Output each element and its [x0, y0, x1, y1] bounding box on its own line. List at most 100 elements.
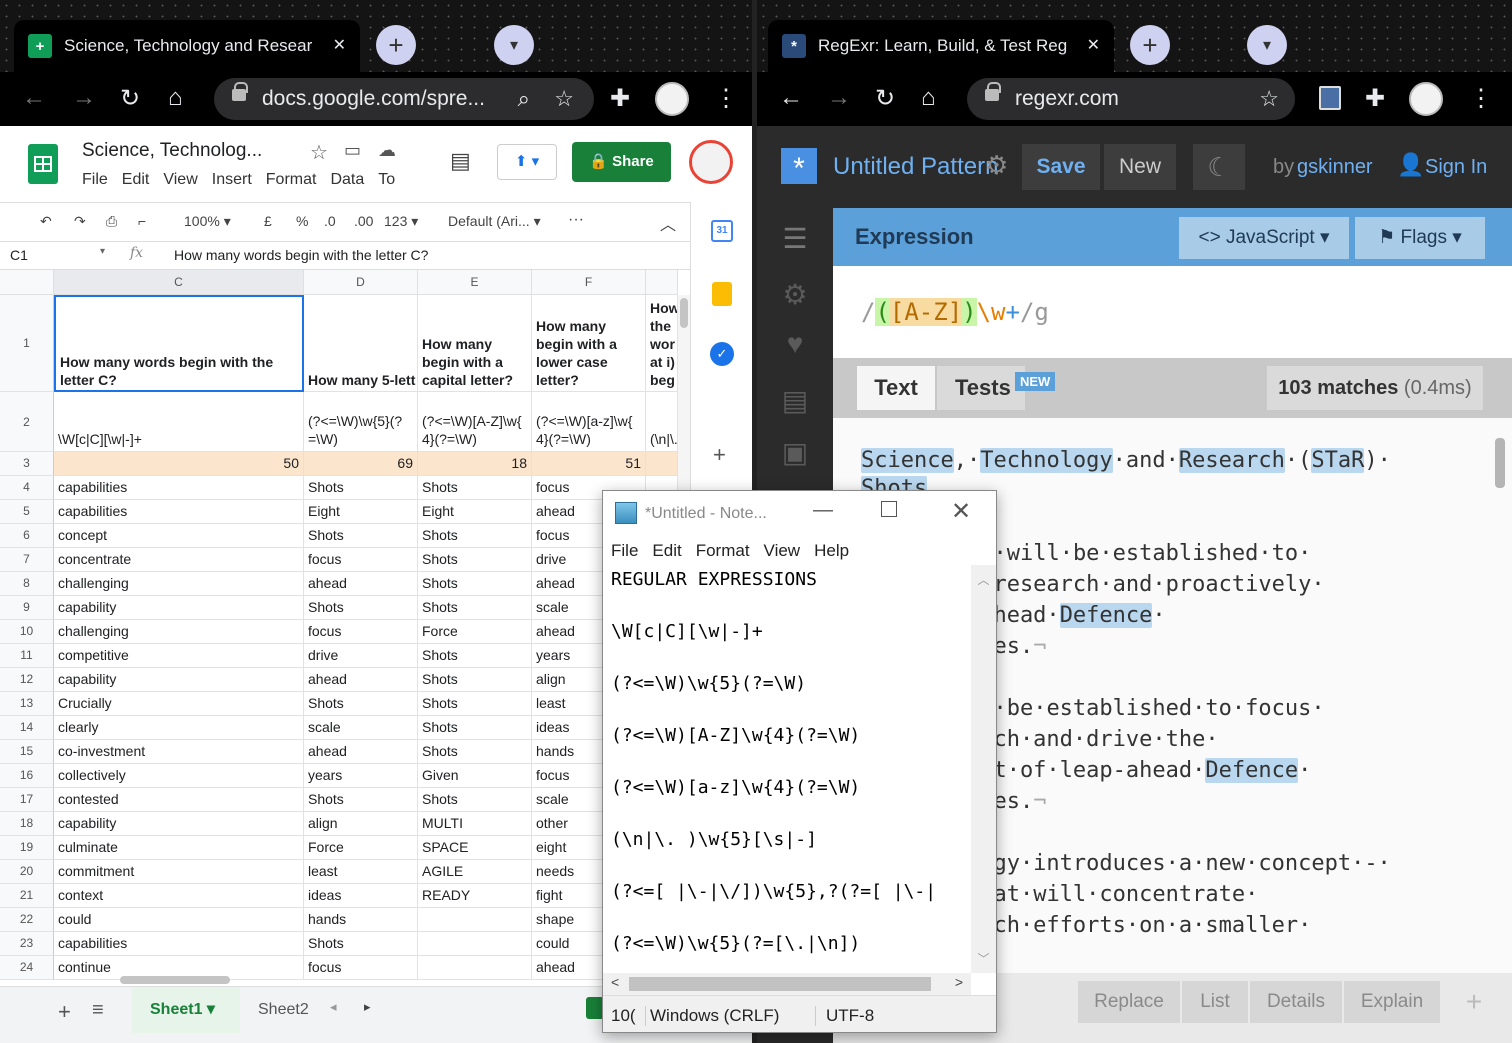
- flavor-dropdown[interactable]: <> JavaScript ▾: [1179, 217, 1349, 259]
- back-icon[interactable]: ←: [779, 84, 803, 112]
- profile-avatar[interactable]: [655, 82, 689, 116]
- table-cell[interactable]: Shots: [418, 476, 532, 500]
- extensions-icon[interactable]: ✚: [610, 84, 630, 113]
- tab-search-icon[interactable]: ▾: [1247, 25, 1287, 65]
- table-cell[interactable]: ahead: [304, 572, 418, 596]
- table-cell[interactable]: Force: [418, 620, 532, 644]
- bookmark-star-icon[interactable]: ☆: [1259, 86, 1279, 112]
- more-button[interactable]: ···: [568, 211, 584, 229]
- zoom-select[interactable]: 100% ▾: [184, 213, 231, 230]
- row-number[interactable]: 18: [0, 812, 54, 836]
- add-sheet-icon[interactable]: +: [58, 999, 71, 1025]
- cell-f3[interactable]: 51: [532, 452, 646, 476]
- formula-input[interactable]: How many words begin with the letter C?: [174, 247, 428, 263]
- table-cell[interactable]: Shots: [418, 524, 532, 548]
- row-number[interactable]: 23: [0, 932, 54, 956]
- table-cell[interactable]: Shots: [304, 596, 418, 620]
- row-number[interactable]: 12: [0, 668, 54, 692]
- account-avatar[interactable]: [689, 140, 733, 184]
- col-header-e[interactable]: E: [418, 270, 532, 295]
- corner-cell[interactable]: [0, 270, 54, 295]
- row-number[interactable]: 20: [0, 860, 54, 884]
- notepad-editor[interactable]: REGULAR EXPRESSIONS \W[c|C][\w|-]+ (?<=\W)…: [603, 565, 971, 973]
- cell-c1[interactable]: How many words begin with the letter C?: [54, 295, 304, 392]
- scroll-left-icon[interactable]: <: [611, 974, 619, 990]
- table-cell[interactable]: could: [54, 908, 304, 932]
- name-box[interactable]: C1: [10, 247, 28, 263]
- row-number-3[interactable]: 3: [0, 452, 54, 476]
- row-number[interactable]: 22: [0, 908, 54, 932]
- left-active-tab[interactable]: + Science, Technology and Resear ✕: [14, 20, 360, 72]
- left-address-bar[interactable]: docs.google.com/spre... ⌕ ☆: [214, 78, 594, 120]
- number-format-select[interactable]: 123 ▾: [384, 213, 418, 230]
- minimize-icon[interactable]: —: [813, 499, 833, 522]
- row-number[interactable]: 21: [0, 884, 54, 908]
- new-tab-icon[interactable]: +: [376, 25, 416, 65]
- row-number[interactable]: 24: [0, 956, 54, 980]
- reader-extension-icon[interactable]: [1319, 86, 1341, 110]
- table-cell[interactable]: Shots: [418, 692, 532, 716]
- table-cell[interactable]: [418, 956, 532, 980]
- table-cell[interactable]: clearly: [54, 716, 304, 740]
- table-cell[interactable]: concentrate: [54, 548, 304, 572]
- table-cell[interactable]: Shots: [418, 740, 532, 764]
- table-cell[interactable]: MULTI: [418, 812, 532, 836]
- right-active-tab[interactable]: * RegExr: Learn, Build, & Test Reg ✕: [768, 20, 1114, 72]
- cell-d1[interactable]: How many 5-lett: [304, 295, 418, 392]
- bookmark-star-icon[interactable]: ☆: [554, 86, 574, 112]
- table-cell[interactable]: [418, 908, 532, 932]
- table-cell[interactable]: Eight: [304, 500, 418, 524]
- table-cell[interactable]: focus: [304, 548, 418, 572]
- col-header-f[interactable]: F: [532, 270, 646, 295]
- doc-title[interactable]: Science, Technolog...: [82, 140, 262, 162]
- back-icon[interactable]: ←: [22, 84, 46, 112]
- present-button[interactable]: ⬆ ▾: [497, 144, 557, 180]
- name-box-dropdown-icon[interactable]: ▾: [100, 246, 105, 257]
- row-number[interactable]: 15: [0, 740, 54, 764]
- flags-dropdown[interactable]: ⚑ Flags ▾: [1355, 217, 1485, 259]
- row-number[interactable]: 6: [0, 524, 54, 548]
- settings-gear-icon[interactable]: ⚙: [985, 150, 1008, 181]
- menu-icon[interactable]: ⋮: [714, 84, 738, 113]
- notepad-hscrollbar[interactable]: < >: [603, 973, 971, 995]
- increase-decimal-button[interactable]: .00: [354, 213, 373, 229]
- sheets-menu-item[interactable]: File: [82, 171, 108, 189]
- table-cell[interactable]: focus: [304, 956, 418, 980]
- table-cell[interactable]: capability: [54, 668, 304, 692]
- extensions-icon[interactable]: ✚: [1365, 84, 1385, 113]
- regexr-logo[interactable]: *: [781, 148, 817, 185]
- table-cell[interactable]: Shots: [304, 788, 418, 812]
- table-cell[interactable]: focus: [304, 620, 418, 644]
- horizontal-scrollbar[interactable]: [120, 976, 230, 984]
- notepad-menu-item[interactable]: File: [611, 541, 638, 561]
- cell-d3[interactable]: 69: [304, 452, 418, 476]
- share-button[interactable]: 🔒 Share: [572, 142, 671, 182]
- sheet-tab-1[interactable]: Sheet1 ▾: [132, 987, 240, 1033]
- tab-tests[interactable]: Tests: [937, 366, 1025, 410]
- table-cell[interactable]: Given: [418, 764, 532, 788]
- col-header-c[interactable]: C: [54, 270, 304, 295]
- table-cell[interactable]: align: [304, 812, 418, 836]
- font-select[interactable]: Default (Ari... ▾: [448, 213, 541, 230]
- right-address-bar[interactable]: regexr.com ☆: [967, 78, 1295, 120]
- row-number[interactable]: 19: [0, 836, 54, 860]
- table-cell[interactable]: Shots: [304, 524, 418, 548]
- sheets-menu-item[interactable]: Insert: [212, 171, 252, 189]
- close-tab-icon[interactable]: ✕: [1087, 35, 1100, 55]
- col-header-g[interactable]: [646, 270, 678, 295]
- collapse-icon[interactable]: ︿: [660, 211, 676, 235]
- sheets-menu-item[interactable]: Format: [266, 171, 317, 189]
- profile-avatar[interactable]: [1409, 82, 1443, 116]
- table-cell[interactable]: capability: [54, 596, 304, 620]
- sheets-menu-item[interactable]: Data: [330, 171, 364, 189]
- print-icon[interactable]: ⎙: [106, 213, 117, 230]
- cell-g1[interactable]: How the wor at i) beg: [646, 295, 678, 392]
- scroll-up-icon[interactable]: ︿: [971, 571, 996, 588]
- redo-icon[interactable]: ↷: [74, 213, 86, 230]
- cell-f1[interactable]: How many begin with a lower case letter?: [532, 295, 646, 392]
- table-cell[interactable]: Shots: [418, 788, 532, 812]
- menu-list-icon[interactable]: ☰: [775, 222, 815, 262]
- settings-icon[interactable]: ⚙: [775, 278, 815, 318]
- expression-editor[interactable]: /([A-Z])\w+/g: [833, 266, 1512, 358]
- table-cell[interactable]: hands: [304, 908, 418, 932]
